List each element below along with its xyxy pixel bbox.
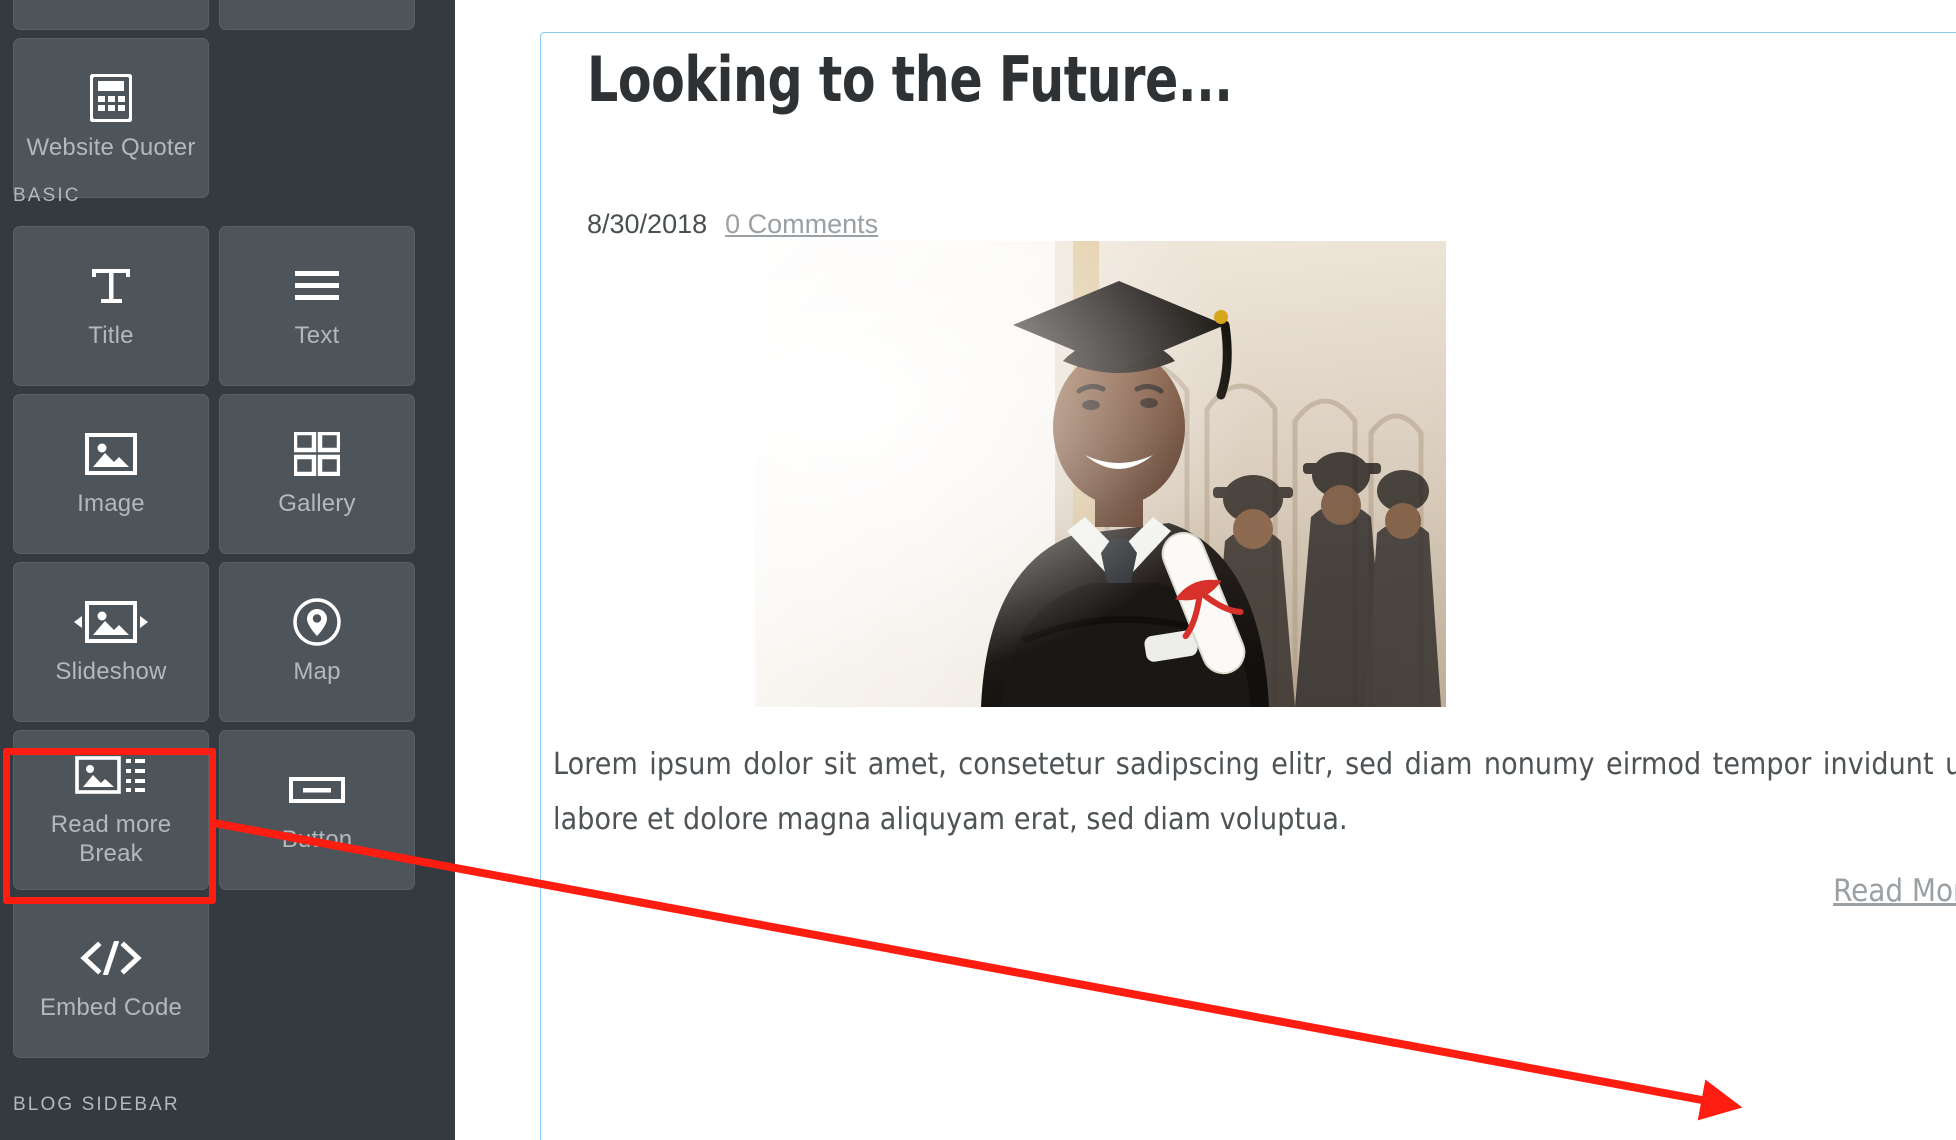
slideshow-icon — [73, 599, 149, 645]
sidebar-tile-image[interactable]: Image — [13, 394, 209, 554]
sidebar-section-heading-basic: BASIC — [13, 185, 81, 206]
sidebar-tile-label: Map — [293, 657, 341, 685]
sidebar-tile-button[interactable]: Button — [219, 730, 415, 890]
sidebar-tile-label: Title — [88, 321, 134, 349]
sidebar-section-heading-blog-sidebar: BLOG SIDEBAR — [13, 1094, 180, 1115]
post-date: 8/30/2018 — [587, 209, 708, 239]
page-title: Looking to the Future... — [587, 43, 1233, 116]
sidebar-tile-label: Text — [294, 321, 340, 349]
button-icon — [289, 767, 345, 813]
sidebar-tile-label: Website Quoter — [26, 133, 196, 161]
sidebar-tile-read-more-break[interactable]: Read more Break — [13, 730, 209, 890]
post-body-text: Lorem ipsum dolor sit amet, consetetur s… — [553, 747, 1956, 837]
sidebar-tile-label: Embed Code — [39, 993, 183, 1021]
sidebar-tile-title[interactable]: Title — [13, 226, 209, 386]
sidebar-tile-text[interactable]: Text — [219, 226, 415, 386]
calculator-icon — [90, 73, 132, 122]
post-meta: 8/30/2018 0 Comments — [587, 209, 878, 240]
screen: Quoter Forms Engine — [0, 0, 1956, 1140]
sidebar-tile-slideshow[interactable]: Slideshow — [13, 562, 209, 722]
sidebar-tile-quoter[interactable]: Quoter — [13, 0, 209, 30]
text-lines-icon — [294, 263, 340, 309]
sidebar-tile-gallery[interactable]: Gallery — [219, 394, 415, 554]
sidebar-section-quoter: Website Quoter — [13, 38, 443, 198]
sidebar-tile-label: Gallery — [278, 489, 356, 517]
read-more-link[interactable]: Read More — [1833, 873, 1956, 909]
sidebar-tile-label: Image — [77, 489, 145, 517]
sidebar-tile-map[interactable]: Map — [219, 562, 415, 722]
image-icon — [85, 431, 137, 477]
map-pin-icon — [292, 597, 342, 646]
sidebar-tile-label: Slideshow — [55, 657, 167, 685]
sidebar-section-top: Quoter Forms Engine — [13, 0, 443, 30]
read-more-break-icon — [75, 752, 147, 798]
blog-post-card: Looking to the Future... 8/30/2018 0 Com… — [540, 32, 1956, 1140]
sidebar-tile-website-quoter[interactable]: Website Quoter — [13, 38, 209, 198]
embed-code-icon — [80, 935, 142, 981]
gallery-grid-icon — [294, 431, 340, 477]
sidebar-tile-label: Button — [281, 825, 353, 853]
editor-canvas: Looking to the Future... 8/30/2018 0 Com… — [455, 0, 1956, 1140]
sidebar-tile-embed-code[interactable]: Embed Code — [13, 898, 209, 1058]
post-image — [755, 241, 1446, 707]
read-more-wrap: Read More — [1833, 873, 1956, 909]
sidebar-tile-label: Read more Break — [50, 811, 172, 867]
post-comments-link[interactable]: 0 Comments — [725, 209, 878, 240]
title-t-icon — [89, 263, 133, 309]
sidebar-section-basic: Title Text Image Gallery Slideshow Map R… — [13, 226, 443, 1058]
widget-sidebar: Quoter Forms Engine — [0, 0, 455, 1140]
sidebar-tile-forms-engine[interactable]: Forms Engine — [219, 0, 415, 30]
